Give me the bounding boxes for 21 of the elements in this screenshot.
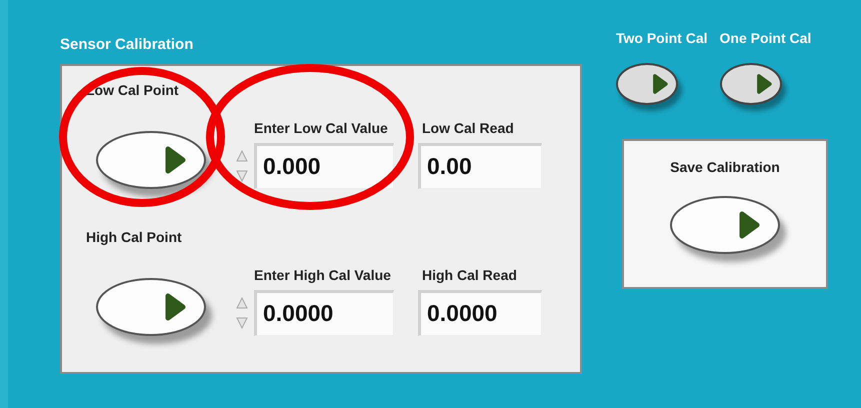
field-label: Enter Low Cal Value: [253, 118, 389, 138]
field-label: High Cal Read: [421, 266, 518, 285]
point-label: High Cal Point: [86, 228, 183, 247]
numeric-input-field[interactable]: 0.000: [254, 142, 394, 188]
toggle-button[interactable]: [720, 63, 782, 105]
field-label: Enter High Cal Value: [253, 266, 392, 285]
triangle-icon: [738, 210, 760, 240]
numeric-input-field[interactable]: 0.0000: [254, 290, 394, 336]
triangle-icon: [164, 144, 186, 174]
decrement-icon[interactable]: [236, 170, 248, 182]
numeric-readout: 0.0000: [418, 290, 542, 336]
numeric-readout: 0.00: [418, 142, 542, 188]
triangle-icon: [756, 73, 772, 95]
section-title: Sensor Calibration: [60, 35, 194, 55]
save-label: Save Calibration: [670, 158, 780, 177]
toggle-button[interactable]: [616, 63, 678, 105]
mode-label: One Point Cal: [720, 29, 812, 48]
field-label: Low Cal Read: [421, 118, 515, 138]
triangle-icon: [164, 292, 186, 322]
mode-label: Two Point Cal: [616, 29, 708, 48]
triangle-icon: [652, 73, 668, 95]
